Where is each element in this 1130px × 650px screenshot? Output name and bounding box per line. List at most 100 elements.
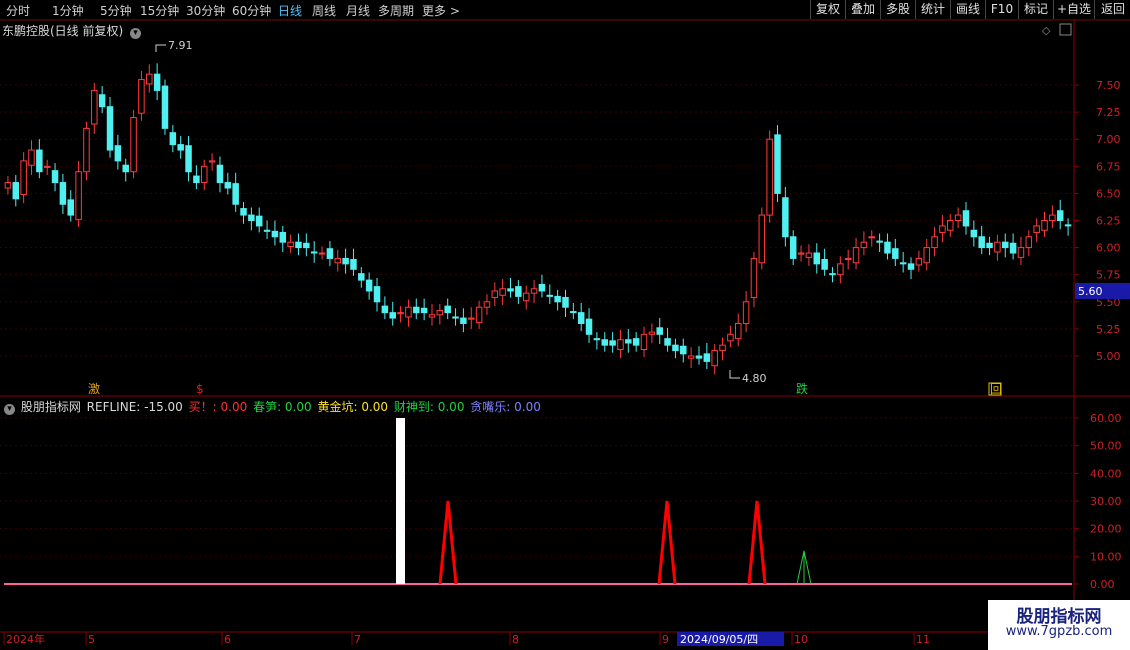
candle-body [1033, 225, 1040, 233]
candle-body [216, 164, 224, 184]
candle-body [1002, 241, 1009, 249]
candle-body [98, 94, 106, 108]
indicator-white-bar [396, 418, 405, 584]
candle-body [303, 242, 310, 249]
price-tick-label: 6.50 [1096, 187, 1121, 200]
candle-body [91, 89, 98, 125]
candle-body [687, 355, 695, 359]
candle-body [240, 208, 247, 216]
candle-body [224, 182, 232, 189]
candle-body [271, 230, 279, 238]
candle-body [570, 311, 577, 314]
candle-body [954, 214, 962, 222]
diamond-icon: ◇ [1042, 24, 1051, 37]
candle-body [146, 73, 153, 85]
candle-body [420, 307, 428, 314]
candle-body [609, 340, 616, 346]
candle-body [758, 214, 766, 264]
candle-body [326, 248, 334, 259]
candle-body [664, 338, 671, 346]
cursor-date-label: 2024/09/05/四 [680, 633, 758, 646]
candle-body [499, 288, 506, 296]
indicator-tick-label: 30.00 [1090, 495, 1122, 508]
indicator-item-buy: 买！: 0.00 [188, 400, 248, 414]
site-watermark: 股朋指标网 www.7gpzb.com [988, 600, 1130, 650]
buy-signal-spike [657, 500, 677, 585]
candle-body [279, 231, 287, 243]
candle-body [4, 182, 12, 189]
price-tick-label: 6.25 [1096, 215, 1121, 228]
indicator-legend: ▾ 股朋指标网 REFLINE: -15.00 买！: 0.00 春笋: 0.0… [4, 398, 543, 415]
candle-body [161, 85, 169, 129]
candle-body [75, 171, 82, 220]
candle-body [389, 312, 396, 319]
price-tick-label: 5.25 [1096, 323, 1121, 336]
indicator-tick-label: 40.00 [1090, 467, 1122, 480]
candle-body [923, 247, 930, 264]
candle-body [295, 241, 302, 249]
signal-marker: 跌 [796, 381, 808, 396]
candle-body [138, 79, 145, 114]
candle-body [876, 240, 883, 243]
candle-body [766, 138, 773, 216]
candle-body [397, 312, 404, 315]
candle-body [750, 257, 758, 298]
kline-chart[interactable]: 7.507.257.006.756.506.256.005.755.505.25… [0, 0, 1130, 650]
candle-body [51, 170, 59, 184]
candle-body [177, 144, 184, 151]
candle-body [365, 279, 373, 292]
candle-body [169, 132, 177, 146]
candle-body [28, 149, 35, 166]
candle-body [648, 331, 656, 335]
candle-body [185, 145, 192, 173]
time-axis-label: 11 [916, 633, 930, 646]
candle-body [742, 301, 750, 324]
candle-body [491, 290, 499, 298]
candle-body [460, 317, 467, 324]
candle-body [978, 236, 985, 249]
candle-body [695, 355, 703, 359]
candle-body [884, 241, 891, 254]
candle-body [986, 242, 993, 249]
candle-body [507, 288, 514, 292]
indicator-menu-icon[interactable]: ▾ [4, 404, 15, 415]
candle-body [43, 165, 51, 168]
candle-body [735, 322, 742, 340]
candle-body [601, 339, 608, 346]
candle-body [774, 134, 781, 194]
candle-body [907, 263, 915, 270]
signal-marker: $ [196, 382, 204, 396]
candle-body [263, 229, 271, 232]
candle-body [106, 106, 114, 151]
current-price-label: 5.60 [1078, 285, 1103, 298]
candle-body [468, 317, 475, 320]
candle-body [405, 306, 412, 318]
low-price-pointer [729, 370, 740, 379]
candle-body [436, 309, 444, 316]
candle-body [672, 344, 679, 352]
high-price-label: 7.91 [168, 39, 193, 52]
indicator-name: 股朋指标网 [20, 400, 81, 414]
candle-body [852, 247, 860, 264]
candle-body [868, 236, 875, 239]
candle-body [373, 286, 381, 303]
candle-body [248, 214, 255, 222]
candle-body [522, 292, 530, 302]
candle-body [632, 338, 640, 346]
candle-body [153, 73, 161, 91]
indicator-item-tanzuile: 贪嘴乐: 0.00 [470, 400, 541, 414]
time-axis-label: 8 [512, 633, 519, 646]
candle-body [797, 252, 805, 255]
candle-body [20, 160, 27, 195]
watermark-url: www.7gpzb.com [1005, 624, 1113, 639]
price-tick-label: 5.00 [1096, 350, 1121, 363]
candle-body [1009, 242, 1017, 254]
indicator-tick-label: 50.00 [1090, 440, 1122, 453]
candle-body [59, 182, 67, 205]
candle-body [444, 305, 451, 314]
candle-body [899, 262, 907, 265]
candle-body [703, 353, 711, 362]
candle-body [208, 160, 216, 163]
candle-body [617, 339, 624, 350]
candle-body [821, 259, 828, 270]
